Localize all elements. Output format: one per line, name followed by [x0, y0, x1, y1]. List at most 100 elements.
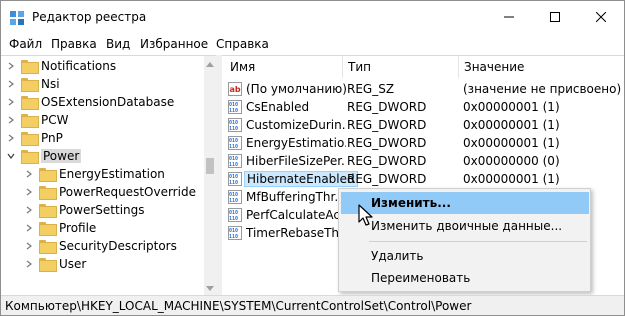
registry-editor-window: Редактор реестра Файл Правка Вид Избранн… — [0, 0, 625, 316]
chevron-right-icon[interactable] — [5, 129, 17, 147]
column-header-value[interactable]: Значение — [464, 56, 524, 78]
column-divider[interactable] — [342, 56, 343, 78]
svg-text:110: 110 — [229, 180, 238, 186]
tree-scrollbar[interactable] — [204, 56, 216, 295]
tree-item-pnp[interactable]: PnP — [5, 129, 63, 147]
menu-view[interactable]: Вид — [106, 37, 130, 51]
menu-edit[interactable]: Правка — [51, 37, 97, 51]
context-menu-delete[interactable]: Удалить — [341, 245, 589, 267]
tree-item-label: PowerSettings — [59, 203, 145, 217]
string-value-icon: ab — [228, 82, 242, 96]
binary-value-icon: 010110 — [228, 208, 242, 222]
binary-value-icon: 010110 — [228, 172, 242, 186]
svg-text:110: 110 — [229, 108, 238, 114]
folder-icon — [21, 60, 39, 74]
menu-bar: Файл Правка Вид Избранное Справка — [1, 34, 624, 54]
folder-icon — [21, 96, 39, 110]
tree-item-powersettings[interactable]: PowerSettings — [23, 201, 145, 219]
registry-editor-app-icon — [10, 11, 24, 25]
chevron-right-icon[interactable] — [23, 183, 35, 201]
context-menu-rename[interactable]: Переименовать — [341, 267, 589, 289]
tree-item-label: Power — [41, 149, 82, 163]
tree-item-securitydescriptors[interactable]: SecurityDescriptors — [23, 237, 177, 255]
tree-item-power[interactable]: Power — [5, 147, 82, 165]
tree-item-label: User — [59, 257, 87, 271]
folder-icon — [21, 78, 39, 92]
value-row[interactable]: 010 110 CsEnabled REG_DWORD 0x00000001 (1… — [222, 98, 624, 116]
chevron-right-icon[interactable] — [23, 165, 35, 183]
chevron-right-icon[interactable] — [5, 57, 17, 75]
scroll-thumb[interactable] — [206, 158, 214, 174]
status-bar: Компьютер\HKEY_LOCAL_MACHINE\SYSTEM\Curr… — [1, 295, 624, 315]
scroll-up-arrow-icon[interactable] — [204, 56, 216, 72]
chevron-right-icon[interactable] — [5, 75, 17, 93]
folder-icon — [21, 132, 39, 146]
minimize-button[interactable] — [486, 1, 532, 33]
context-menu-modify-binary[interactable]: Изменить двоичные данные... — [341, 215, 589, 237]
binary-value-icon: 010110 — [228, 100, 242, 114]
tree-item-label: PCW — [41, 113, 69, 127]
value-row[interactable]: 010 110 CustomizeDurin... REG_DWORD 0x000… — [222, 116, 624, 134]
tree-item-profile[interactable]: Profile — [23, 219, 96, 237]
context-menu-separator — [369, 241, 587, 242]
context-menu-modify[interactable]: Изменить... — [341, 192, 589, 214]
value-name: PerfCalculateAc... — [246, 208, 346, 222]
column-header-type[interactable]: Тип — [348, 56, 371, 78]
folder-icon — [39, 204, 57, 218]
svg-text:110: 110 — [229, 216, 238, 222]
chevron-right-icon[interactable] — [23, 219, 35, 237]
folder-icon — [39, 186, 57, 200]
chevron-right-icon[interactable] — [5, 111, 17, 129]
value-name: HiberFileSizePer... — [246, 154, 346, 168]
column-header-name[interactable]: Имя — [230, 56, 255, 78]
value-type: REG_DWORD — [347, 172, 427, 186]
value-name: CsEnabled — [246, 100, 310, 114]
value-data: 0x00000001 (1) — [463, 172, 560, 186]
value-name: EnergyEstimatio... — [246, 136, 346, 150]
close-button[interactable] — [578, 1, 624, 33]
svg-text:110: 110 — [229, 126, 238, 132]
chevron-right-icon[interactable] — [5, 93, 17, 111]
value-row[interactable]: 010 110 EnergyEstimatio... REG_DWORD 0x00… — [222, 134, 624, 152]
binary-value-icon: 010110 — [228, 118, 242, 132]
folder-icon — [39, 258, 57, 272]
folder-icon — [21, 114, 39, 128]
column-divider[interactable] — [458, 56, 459, 78]
value-row[interactable]: 010 110 HiberFileSizePer... REG_DWORD 0x0… — [222, 152, 624, 170]
scroll-down-arrow-icon[interactable] — [204, 280, 216, 295]
tree-item-user[interactable]: User — [23, 255, 86, 273]
value-name: TimerRebaseThr... — [246, 226, 346, 240]
value-row[interactable]: ab (По умолчанию) REG_SZ (значение не пр… — [222, 80, 624, 98]
title-bar[interactable]: Редактор реестра — [1, 1, 624, 34]
value-name: CustomizeDurin... — [246, 118, 346, 132]
svg-text:110: 110 — [229, 234, 238, 240]
binary-value-icon: 010110 — [228, 154, 242, 168]
registry-path: Компьютер\HKEY_LOCAL_MACHINE\SYSTEM\Curr… — [5, 299, 472, 313]
value-type: REG_DWORD — [347, 154, 427, 168]
tree-item-notifications[interactable]: Notifications — [5, 57, 116, 75]
tree-item-pcw[interactable]: PCW — [5, 111, 68, 129]
tree-item-label: PnP — [41, 131, 63, 145]
maximize-button[interactable] — [532, 1, 578, 33]
tree-item-label: OSExtensionDatabase — [41, 95, 175, 109]
maximize-icon — [550, 12, 560, 22]
value-name: HibernateEnabled — [244, 171, 358, 187]
close-icon — [596, 12, 606, 22]
menu-file[interactable]: Файл — [9, 37, 42, 51]
value-row-selected[interactable]: 010 110 HibernateEnabled REG_DWORD 0x0000… — [222, 170, 624, 188]
tree-pane[interactable]: Notifications Nsi OSExtensionDatabase PC… — [1, 55, 216, 295]
chevron-down-icon[interactable] — [5, 147, 17, 165]
folder-icon — [39, 240, 57, 254]
tree-item-osextensiondatabase[interactable]: OSExtensionDatabase — [5, 93, 174, 111]
value-name: (По умолчанию) — [246, 82, 346, 96]
svg-text:110: 110 — [229, 162, 238, 168]
tree-item-energyestimation[interactable]: EnergyEstimation — [23, 165, 165, 183]
menu-favorites[interactable]: Избранное — [140, 37, 208, 51]
svg-text:ab: ab — [230, 85, 241, 94]
tree-item-powerrequestoverride[interactable]: PowerRequestOverride — [23, 183, 196, 201]
tree-item-nsi[interactable]: Nsi — [5, 75, 60, 93]
chevron-right-icon[interactable] — [23, 255, 35, 273]
chevron-right-icon[interactable] — [23, 237, 35, 255]
menu-help[interactable]: Справка — [216, 37, 269, 51]
chevron-right-icon[interactable] — [23, 201, 35, 219]
